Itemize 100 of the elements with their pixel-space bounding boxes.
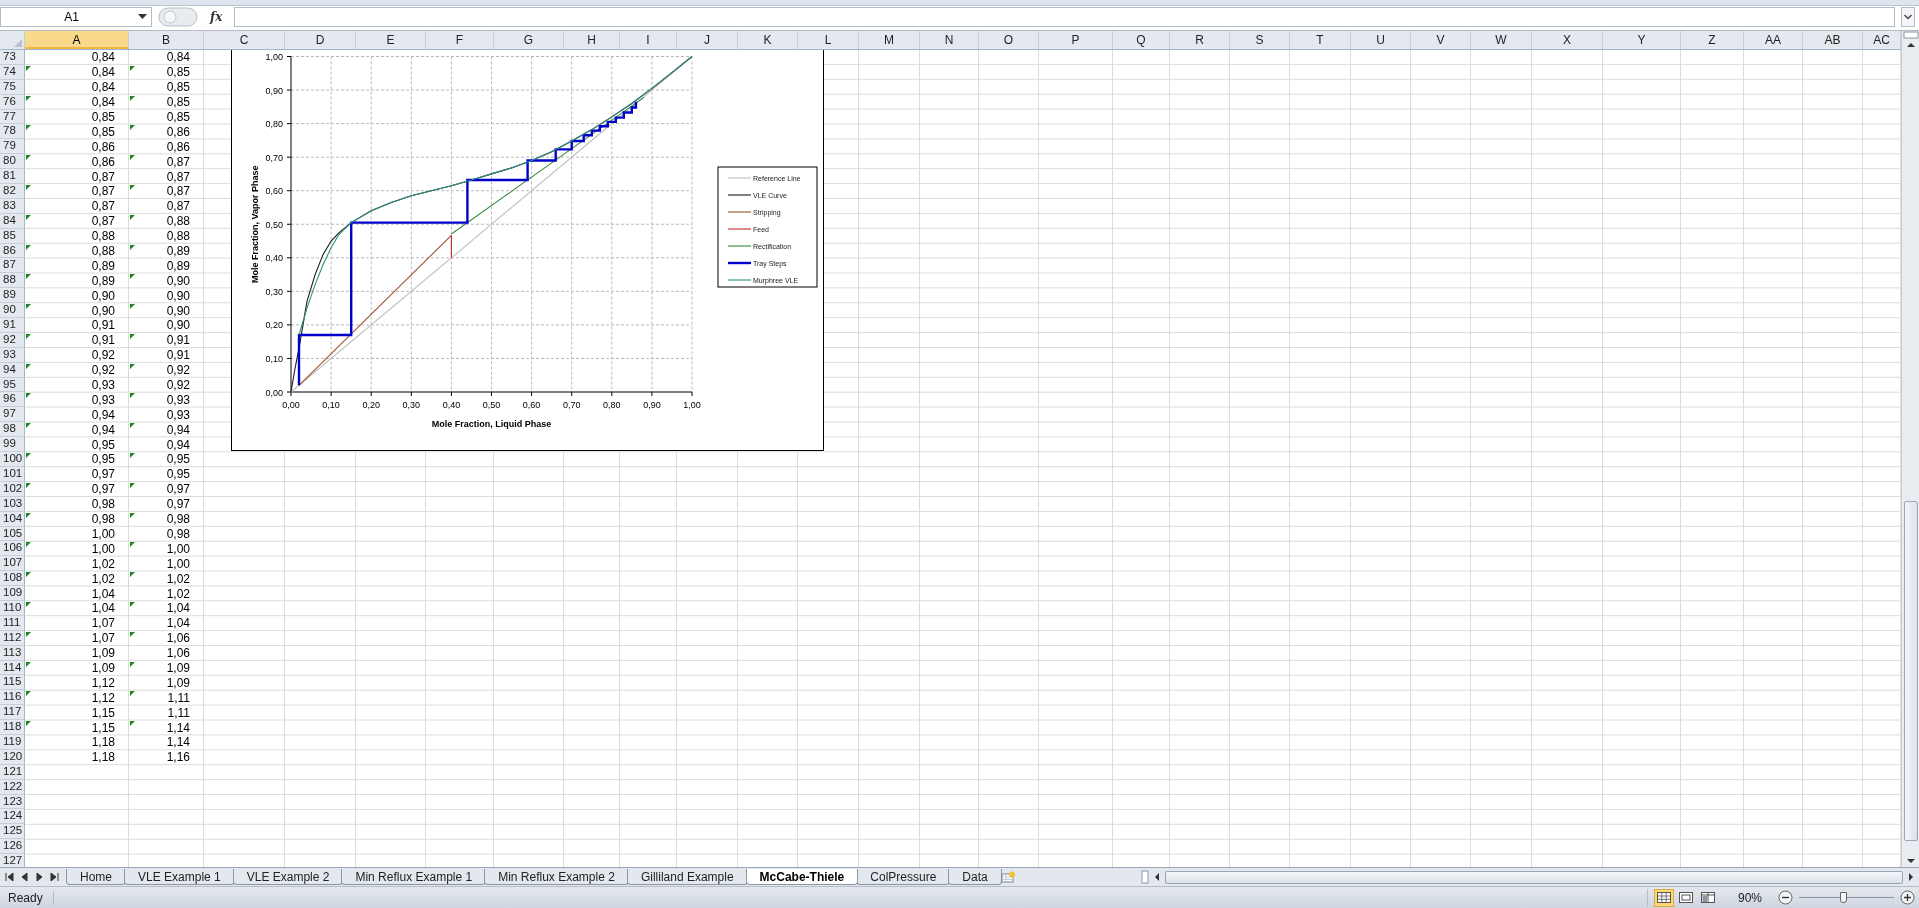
table-cell: 0,98	[166, 512, 190, 527]
table-cell: 1,07	[91, 616, 115, 631]
axis-tick-label: 0,00	[265, 387, 283, 398]
table-cell: 0,91	[91, 333, 115, 348]
table-cell: 0,85	[166, 80, 190, 95]
table-cell: 1,12	[91, 675, 115, 690]
axis-title: Mole Fraction, Liquid Phase	[431, 419, 552, 429]
axis-tick-label: 0,20	[265, 320, 283, 331]
table-cell: 0,90	[166, 303, 190, 318]
table-cell: 1,14	[166, 735, 190, 750]
table-cell: 1,18	[91, 735, 115, 750]
table-cell: 0,97	[166, 482, 190, 497]
table-cell: 0,89	[166, 244, 190, 258]
table-cell: 1,02	[166, 586, 190, 601]
table-cell: 0,95	[166, 452, 190, 467]
table-cell: 0,90	[91, 288, 115, 303]
table-cell: 0,86	[91, 154, 115, 169]
table-cell: 0,87	[91, 199, 115, 214]
cell-reference: A1	[63, 10, 80, 24]
table-cell: 0,84	[166, 50, 190, 65]
table-cell: 1,04	[166, 601, 190, 616]
table-cell: 1,00	[166, 556, 190, 571]
axis-tick-label: 0,80	[265, 119, 283, 130]
table-cell: 0,89	[166, 258, 190, 273]
axis-tick-label: 0,20	[362, 400, 380, 410]
table-cell: 0,95	[91, 452, 115, 467]
table-cell: 1,11	[167, 705, 190, 720]
table-cell: 0,84	[91, 80, 115, 95]
table-cell: 1,09	[166, 660, 190, 675]
table-cell: 1,00	[166, 541, 190, 556]
table-cell: 0,91	[166, 348, 190, 363]
table-cell: 1,04	[91, 586, 115, 601]
table-cell: 0,94	[91, 407, 115, 422]
table-cell: 0,90	[166, 318, 190, 333]
table-cell: 0,91	[91, 318, 115, 333]
table-cell: 1,02	[91, 571, 115, 586]
axis-tick-label: 0,40	[265, 253, 283, 264]
table-cell: 0,88	[91, 229, 115, 244]
table-cell: 1,16	[166, 750, 190, 765]
table-cell: 0,84	[91, 95, 115, 110]
table-cell: 1,06	[166, 631, 190, 646]
table-cell: 0,87	[166, 169, 190, 184]
table-cell: 1,14	[166, 720, 190, 735]
table-cell: 0,86	[91, 139, 115, 154]
table-cell: 0,86	[166, 139, 190, 154]
table-cell: 1,04	[166, 616, 190, 631]
axis-tick-label: 0,40	[442, 400, 461, 410]
table-cell: 0,95	[166, 467, 190, 482]
table-cell: 0,85	[91, 110, 115, 124]
status-text: Ready	[8, 890, 54, 905]
table-cell: 1,15	[91, 720, 115, 735]
table-cell: 1,15	[91, 705, 115, 720]
axis-title: Mole Fraction, Vapor Phase	[250, 165, 260, 283]
axis-tick-label: 0,90	[265, 85, 283, 96]
table-cell: 0,97	[166, 497, 190, 512]
table-cell: 0,89	[91, 273, 115, 288]
axis-tick-label: 0,70	[562, 400, 581, 410]
table-cell: 0,93	[166, 407, 190, 422]
axis-tick-label: 0,70	[265, 152, 283, 163]
table-cell: 1,09	[91, 660, 115, 675]
table-cell: 1,18	[91, 750, 115, 765]
table-cell: 1,11	[167, 690, 190, 705]
axis-tick-label: 1,00	[265, 52, 283, 62]
axis-tick-label: 0,80	[603, 400, 621, 410]
table-cell: 1,02	[91, 556, 115, 571]
table-cell: 0,88	[166, 229, 190, 244]
table-cell: 0,88	[91, 244, 115, 258]
axis-tick-label: 0,60	[522, 400, 541, 410]
table-cell: 0,95	[91, 437, 115, 452]
table-cell: 0,87	[91, 169, 115, 184]
axis-tick-label: 0,60	[265, 186, 283, 197]
axis-tick-label: 0,50	[265, 219, 283, 230]
table-cell: 0,98	[91, 497, 115, 512]
table-cell: 0,92	[166, 363, 190, 378]
axis-tick-label: 0,30	[402, 400, 421, 410]
table-cell: 0,85	[166, 65, 190, 80]
table-cell: 0,97	[91, 482, 115, 497]
axis-tick-label: 0,10	[265, 353, 283, 364]
table-cell: 0,87	[166, 199, 190, 214]
table-cell: 0,85	[166, 110, 190, 124]
table-cell: 1,09	[91, 646, 115, 661]
table-cell: 0,90	[166, 273, 190, 288]
table-cell: 1,12	[91, 690, 115, 705]
table-cell: 1,00	[91, 541, 115, 556]
axis-tick-label: 0,90	[643, 400, 661, 410]
table-cell: 0,98	[91, 512, 115, 527]
table-cell: 0,90	[166, 288, 190, 303]
table-cell: 0,85	[91, 124, 115, 139]
table-cell: 0,85	[166, 95, 190, 110]
table-cell: 0,89	[91, 258, 115, 273]
table-cell: 1,00	[91, 526, 115, 541]
table-cell: 0,92	[91, 348, 115, 363]
table-cell: 0,97	[91, 467, 115, 482]
axis-tick-label: 0,50	[482, 400, 501, 410]
table-cell: 0,94	[91, 422, 115, 437]
table-cell: 0,93	[166, 392, 190, 407]
axis-tick-label: 0,10	[322, 400, 340, 410]
axis-tick-label: 1,00	[683, 400, 701, 410]
table-cell: 0,98	[166, 526, 190, 541]
table-cell: 1,02	[166, 571, 190, 586]
